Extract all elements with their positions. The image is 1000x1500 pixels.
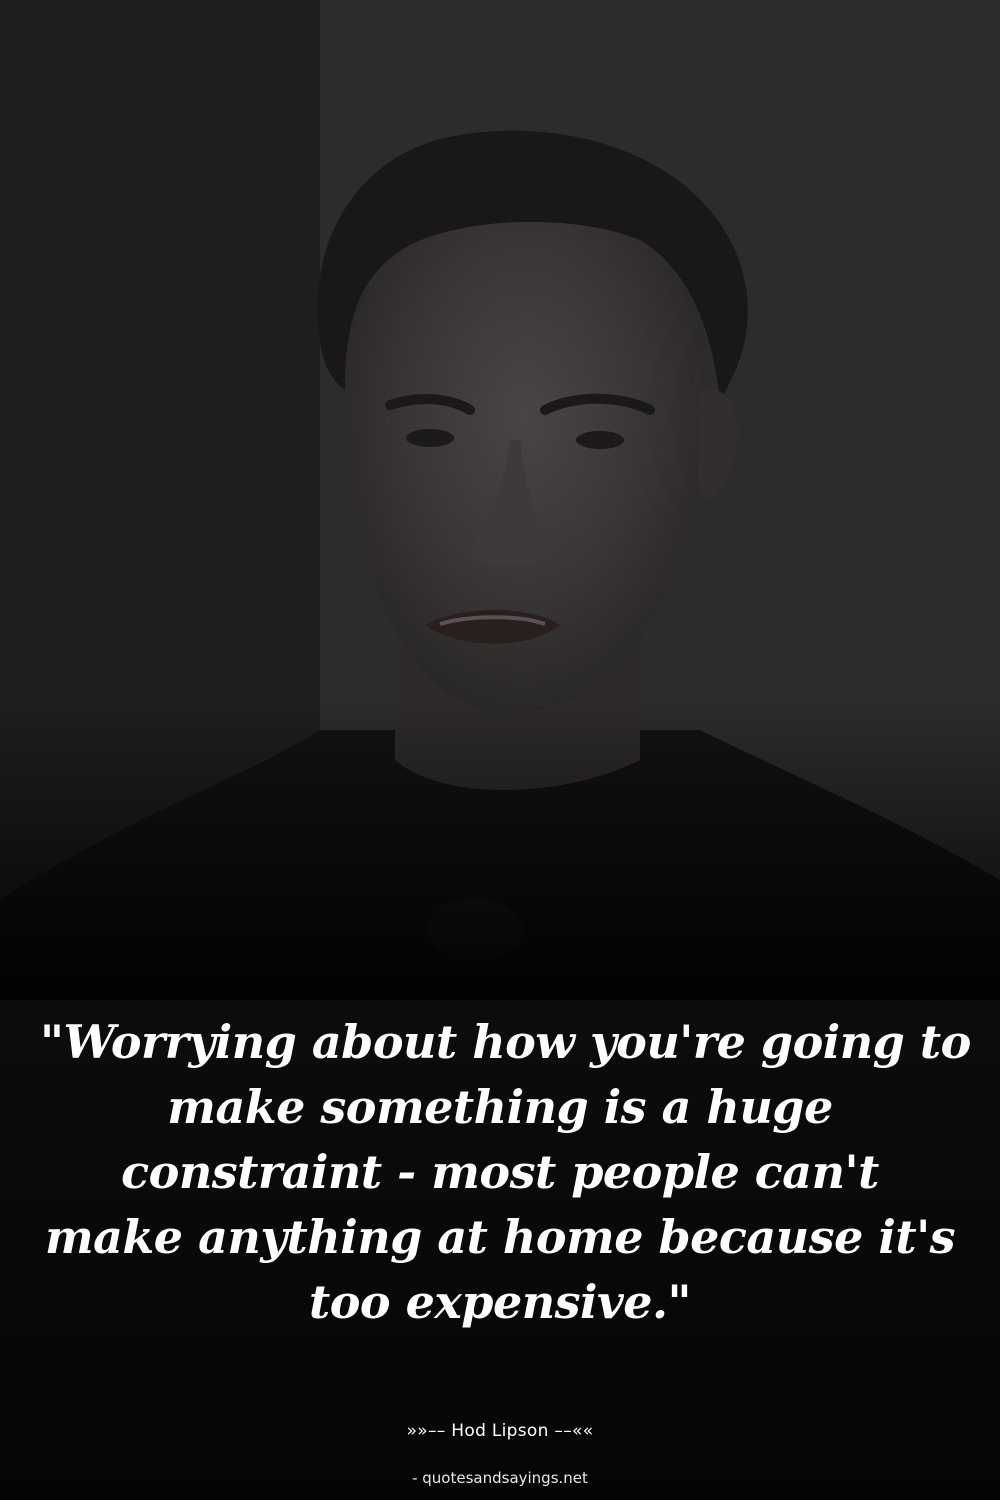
quote-line: constraint - most people can't <box>121 1145 879 1199</box>
quote-poster: "Worrying about how you're going to make… <box>0 0 1000 1500</box>
source-watermark: - quotesandsayings.net <box>412 1469 588 1487</box>
quote-text: "Worrying about how you're going to make… <box>40 1010 971 1335</box>
quote-line: make anything at home because it's <box>44 1210 956 1264</box>
quote-line: make something is a huge <box>167 1080 833 1134</box>
quote-author: »»–– Hod Lipson ––«« <box>406 1421 594 1441</box>
speaker-photo <box>0 0 1000 1000</box>
quote-line: too expensive." <box>308 1275 692 1329</box>
quote-line: "Worrying about how you're going to <box>40 1015 971 1069</box>
